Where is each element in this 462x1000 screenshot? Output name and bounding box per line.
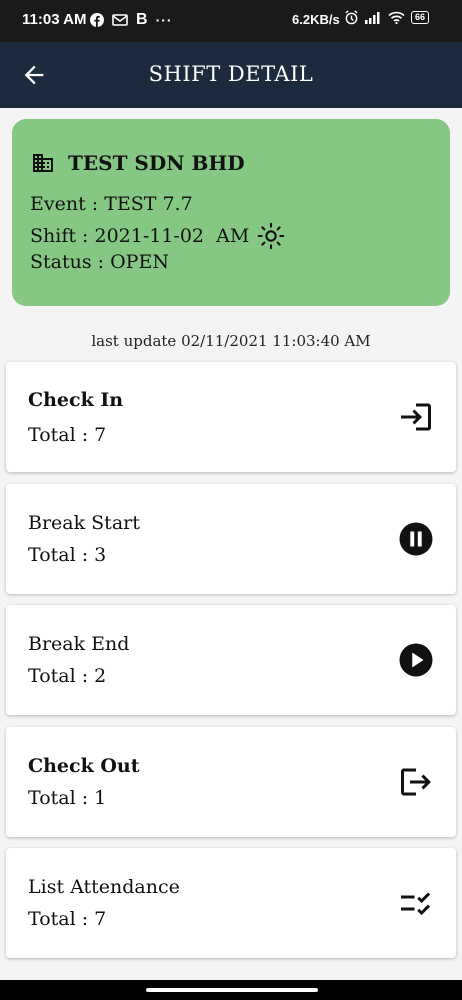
list-attendance-total: Total : 7 bbox=[28, 908, 107, 930]
company-row: TEST SDN BHD bbox=[30, 151, 245, 175]
facebook-icon bbox=[90, 13, 104, 27]
status-bar: 11:03 AM B ··· 6.2KB/s 66 bbox=[0, 0, 462, 42]
list-attendance-card[interactable]: List Attendance Total : 7 bbox=[6, 848, 456, 958]
checklist-icon bbox=[401, 892, 431, 916]
alarm-icon bbox=[345, 10, 358, 25]
check-in-card[interactable]: Check In Total : 7 bbox=[6, 362, 456, 472]
status-app-icons: B ··· bbox=[90, 11, 173, 29]
status-time: 11:03 AM bbox=[22, 11, 87, 28]
system-icons: 66 bbox=[344, 10, 430, 25]
last-update-text: last update 02/11/2021 11:03:40 AM bbox=[91, 332, 371, 350]
mail-icon bbox=[112, 14, 128, 26]
break-end-total: Total : 2 bbox=[28, 665, 107, 687]
signal-icon bbox=[365, 12, 380, 24]
shift-row: Shift : 2021-11-02 AM bbox=[30, 222, 285, 250]
status-text: Status : OPEN bbox=[30, 251, 169, 273]
break-end-label: Break End bbox=[28, 633, 130, 655]
battery-icon: 66 bbox=[411, 11, 430, 24]
page-title: SHIFT DETAIL bbox=[148, 62, 314, 86]
company-name: TEST SDN BHD bbox=[68, 151, 245, 175]
break-start-card[interactable]: Break Start Total : 3 bbox=[6, 484, 456, 594]
logout-icon bbox=[401, 768, 431, 796]
event-text: Event : TEST 7.7 bbox=[30, 193, 193, 215]
sun-icon bbox=[257, 222, 285, 250]
network-speed: 6.2KB/s bbox=[292, 12, 340, 27]
check-in-label: Check In bbox=[28, 389, 124, 411]
b-icon: B bbox=[136, 11, 148, 28]
play-circle-icon bbox=[399, 643, 433, 677]
building-icon bbox=[33, 154, 53, 172]
break-start-label: Break Start bbox=[28, 512, 140, 534]
check-out-total: Total : 1 bbox=[28, 787, 107, 809]
check-in-total: Total : 7 bbox=[28, 424, 107, 446]
home-indicator[interactable] bbox=[146, 988, 318, 992]
check-out-label: Check Out bbox=[28, 755, 140, 777]
break-end-card[interactable]: Break End Total : 2 bbox=[6, 605, 456, 715]
wifi-icon bbox=[388, 11, 405, 24]
system-nav-bar bbox=[0, 980, 462, 1000]
break-start-total: Total : 3 bbox=[28, 544, 107, 566]
app-bar: SHIFT DETAIL bbox=[0, 42, 462, 108]
shift-text: Shift : 2021-11-02 AM bbox=[30, 225, 250, 247]
more-icon: ··· bbox=[155, 12, 173, 28]
login-icon bbox=[401, 403, 431, 431]
shift-info-card: TEST SDN BHD Event : TEST 7.7 Shift : 20… bbox=[12, 119, 450, 306]
check-out-card[interactable]: Check Out Total : 1 bbox=[6, 727, 456, 837]
list-attendance-label: List Attendance bbox=[28, 876, 180, 898]
pause-circle-icon bbox=[399, 522, 433, 556]
